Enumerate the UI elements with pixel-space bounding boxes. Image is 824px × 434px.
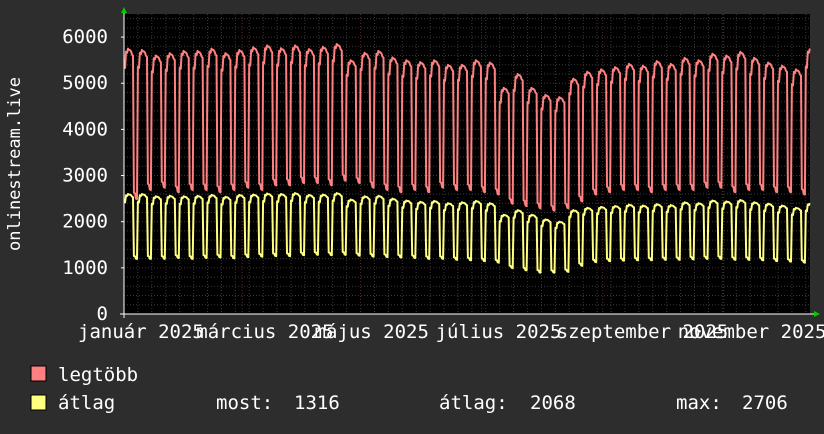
y-tick-label: 2000 bbox=[62, 211, 108, 233]
x-tick-labels: január 2025március 2025május 2025 július … bbox=[78, 321, 824, 343]
stat-max-label: max: bbox=[676, 392, 722, 414]
legend-swatch-max bbox=[30, 365, 47, 382]
x-tick-label: július 2025 bbox=[436, 321, 562, 343]
y-tick-label: 5000 bbox=[62, 72, 108, 94]
chart-container: 0 1000 2000 3000 4000 5000 6000 január 2025 már… bbox=[0, 0, 824, 430]
x-tick-label: március 2025 bbox=[196, 321, 333, 343]
y-tick-label: 6000 bbox=[62, 26, 108, 48]
x-tick-label: január 2025 bbox=[78, 321, 204, 343]
legend-swatch-avg bbox=[30, 394, 47, 411]
y-tick-label: 3000 bbox=[62, 165, 108, 187]
stat-max-value: 2706 bbox=[742, 392, 788, 414]
legend-label-avg: átlag bbox=[58, 392, 115, 414]
y-tick-label: 1000 bbox=[62, 257, 108, 279]
stat-now-label: most: bbox=[216, 392, 273, 414]
stat-avg-label: átlag: bbox=[439, 392, 508, 414]
x-tick-label: május 2025 bbox=[315, 321, 429, 343]
legend-label-max: legtöbb bbox=[58, 364, 138, 386]
y-tick-label: 4000 bbox=[62, 118, 108, 140]
stat-now-value: 1316 bbox=[294, 392, 340, 414]
usage-chart: 0100020003000400050006000 január 2025már… bbox=[0, 0, 824, 430]
x-tick-label: november 2025 bbox=[678, 321, 824, 343]
y-axis-label: onlinestream.live bbox=[5, 77, 25, 251]
stat-avg-value: 2068 bbox=[530, 392, 576, 414]
